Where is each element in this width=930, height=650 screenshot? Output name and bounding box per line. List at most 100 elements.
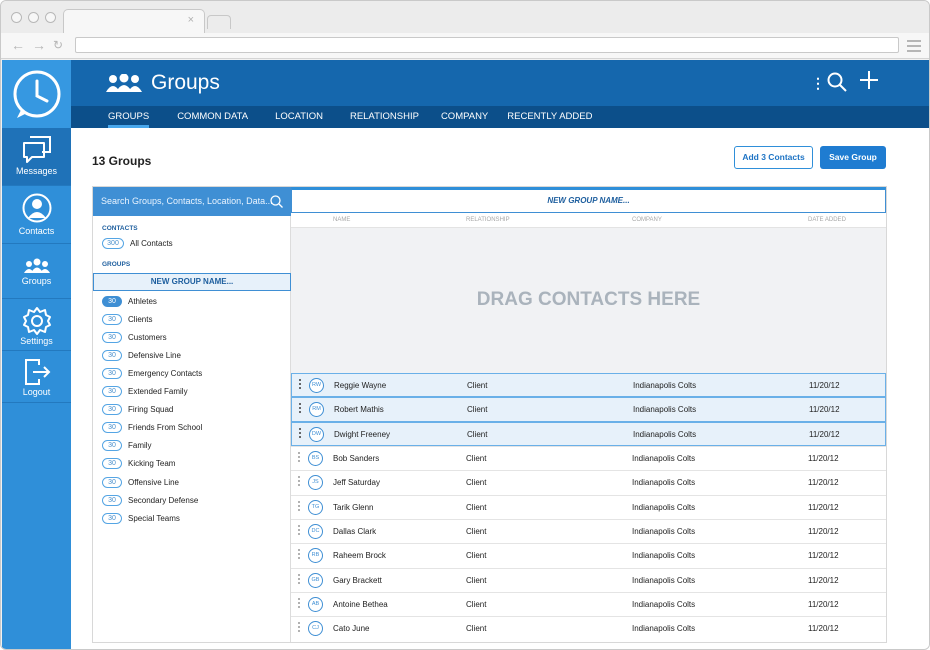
- maximize-window-button[interactable]: [45, 12, 56, 23]
- all-contacts-item[interactable]: 300 All Contacts: [102, 236, 173, 250]
- sidebar-item-groups[interactable]: Groups: [2, 244, 71, 299]
- group-list-item[interactable]: 30 Clients: [102, 312, 152, 326]
- drag-handle-icon[interactable]: [298, 476, 301, 488]
- table-row[interactable]: JS Jeff Saturday Client Indianapolis Colts 1…: [291, 470, 886, 494]
- drag-handle-icon[interactable]: [298, 598, 301, 610]
- group-name: Extended Family: [128, 387, 188, 396]
- table-row[interactable]: RW Reggie Wayne Client Indianapolis Colts 11…: [291, 373, 886, 398]
- table-row[interactable]: AB Antoine Bethea Client Indianapolis Colts…: [291, 592, 886, 616]
- count-badge: 30: [102, 331, 122, 343]
- group-list-item[interactable]: 30 Defensive Line: [102, 348, 181, 362]
- group-name-input[interactable]: NEW GROUP NAME...: [291, 187, 886, 213]
- new-group-item[interactable]: NEW GROUP NAME...: [93, 273, 291, 291]
- group-list-item[interactable]: 30 Extended Family: [102, 385, 188, 399]
- reload-icon[interactable]: ↻: [53, 38, 63, 52]
- group-name: Secondary Defense: [128, 495, 199, 505]
- count-badge: 30: [102, 295, 122, 307]
- sidebar-item-contacts[interactable]: Contacts: [2, 186, 71, 244]
- group-list-item[interactable]: 30 Kicking Team: [102, 457, 175, 471]
- count-badge: 30: [102, 386, 122, 397]
- sidebar-item-settings[interactable]: Settings: [2, 299, 71, 351]
- group-list-item[interactable]: 30 Special Teams: [102, 511, 180, 525]
- count-badge: 30: [102, 476, 122, 488]
- contact-date-added: 11/20/12: [808, 600, 839, 610]
- tab-common-data[interactable]: COMMON DATA: [177, 106, 248, 128]
- address-bar[interactable]: [75, 37, 899, 53]
- table-row[interactable]: RM Robert Mathis Client Indianapolis Colts 1…: [291, 397, 886, 422]
- drag-handle-icon[interactable]: [299, 403, 302, 415]
- column-header-company[interactable]: COMPANY: [632, 217, 662, 223]
- avatar: AB: [308, 597, 323, 613]
- search-icon[interactable]: [827, 72, 847, 92]
- clock-logo-icon[interactable]: [2, 60, 71, 128]
- drag-handle-icon[interactable]: [299, 379, 302, 391]
- plus-icon[interactable]: [859, 70, 879, 90]
- drag-handle-icon[interactable]: [298, 573, 301, 586]
- drag-handle-icon[interactable]: [298, 500, 301, 513]
- groups-list-panel: Search Groups, Contacts, Location, Data.…: [93, 187, 291, 642]
- back-arrow-icon[interactable]: ←: [11, 37, 25, 53]
- group-list-item[interactable]: 30 Family: [102, 439, 152, 453]
- contact-name: Tarik Glenn: [333, 502, 374, 512]
- table-row[interactable]: CJ Cato June Client Indianapolis Colts 11/20…: [291, 616, 886, 640]
- table-row[interactable]: TG Tarik Glenn Client Indianapolis Colts 11/…: [291, 494, 886, 519]
- contact-date-added: 11/20/12: [809, 405, 840, 415]
- sidebar-item-logout[interactable]: Logout: [2, 351, 71, 403]
- contact-name: Bob Sanders: [333, 454, 380, 464]
- table-row[interactable]: DC Dallas Clark Client Indianapolis Colts 11…: [291, 519, 886, 543]
- avatar: JS: [308, 475, 323, 491]
- search-input[interactable]: Search Groups, Contacts, Location, Data.…: [93, 187, 291, 216]
- forward-arrow-icon[interactable]: →: [32, 37, 46, 53]
- contact-company: Indianapolis Colts: [632, 624, 696, 634]
- save-group-button[interactable]: Save Group: [820, 146, 886, 169]
- close-window-button[interactable]: [11, 12, 22, 23]
- column-header-relationship[interactable]: RELATIONSHIP: [466, 217, 510, 223]
- group-list-item[interactable]: 30 Secondary Defense: [102, 493, 198, 507]
- group-name: Special Teams: [128, 513, 180, 523]
- drop-zone[interactable]: DRAG CONTACTS HERE: [291, 227, 886, 373]
- table-row[interactable]: DW Dwight Freeney Client Indianapolis Colts…: [291, 421, 886, 447]
- table-row[interactable]: RB Raheem Brock Client Indianapolis Colts 11…: [291, 543, 886, 567]
- vertical-ellipsis-icon[interactable]: ⋮: [811, 75, 825, 92]
- group-list-item[interactable]: 30 Customers: [102, 330, 167, 344]
- tab-location[interactable]: LOCATION: [275, 106, 323, 128]
- column-header-date-added[interactable]: DATE ADDED: [808, 217, 846, 223]
- contact-date-added: 11/20/12: [808, 551, 839, 561]
- group-list-item[interactable]: 30 Firing Squad: [102, 403, 173, 417]
- group-count-title: 13 Groups: [92, 154, 152, 168]
- group-list-item[interactable]: 30 Offensive Line: [102, 475, 179, 489]
- contacts-table: RW Reggie Wayne Client Indianapolis Colts 11…: [291, 373, 886, 641]
- drag-handle-icon[interactable]: [298, 549, 301, 561]
- tab-company[interactable]: COMPANY: [441, 106, 488, 128]
- tab-groups[interactable]: GROUPS: [108, 106, 150, 128]
- browser-menu-icon[interactable]: [907, 40, 921, 55]
- browser-tab[interactable]: ×: [63, 9, 205, 33]
- group-list-item[interactable]: 30 Athletes: [102, 294, 157, 308]
- column-header-name[interactable]: NAME: [333, 217, 350, 223]
- contact-company: Indianapolis Colts: [632, 600, 696, 610]
- tab-relationship[interactable]: RELATIONSHIP: [350, 106, 419, 128]
- contact-date-added: 11/20/12: [808, 527, 839, 537]
- table-row[interactable]: BS Bob Sanders Client Indianapolis Colts 11/…: [291, 446, 886, 470]
- table-row[interactable]: GB Gary Brackett Client Indianapolis Colts 1…: [291, 567, 886, 592]
- drag-handle-icon[interactable]: [298, 452, 301, 464]
- sidebar-item-messages[interactable]: Messages: [2, 128, 71, 186]
- search-icon[interactable]: [270, 195, 283, 208]
- avatar: GB: [308, 572, 323, 588]
- group-name: Offensive Line: [128, 477, 179, 487]
- group-list-item[interactable]: 30 Friends From School: [102, 421, 202, 435]
- drag-handle-icon[interactable]: [299, 427, 302, 440]
- tab-recently-added[interactable]: RECENTLY ADDED: [507, 106, 592, 128]
- close-tab-icon[interactable]: ×: [188, 14, 194, 26]
- add-contacts-button[interactable]: Add 3 Contacts: [734, 146, 813, 169]
- group-name: Emergency Contacts: [128, 368, 203, 378]
- contact-name: Cato June: [333, 624, 370, 634]
- tab-bar: GROUPS COMMON DATA LOCATION RELATIONSHIP…: [71, 106, 929, 128]
- new-tab-button[interactable]: [207, 15, 231, 29]
- minimize-window-button[interactable]: [28, 12, 39, 23]
- group-list-item[interactable]: 30 Emergency Contacts: [102, 366, 202, 380]
- count-badge: 30: [102, 349, 122, 361]
- avatar: BS: [308, 451, 323, 467]
- drag-handle-icon[interactable]: [298, 622, 301, 634]
- drag-handle-icon[interactable]: [298, 525, 301, 537]
